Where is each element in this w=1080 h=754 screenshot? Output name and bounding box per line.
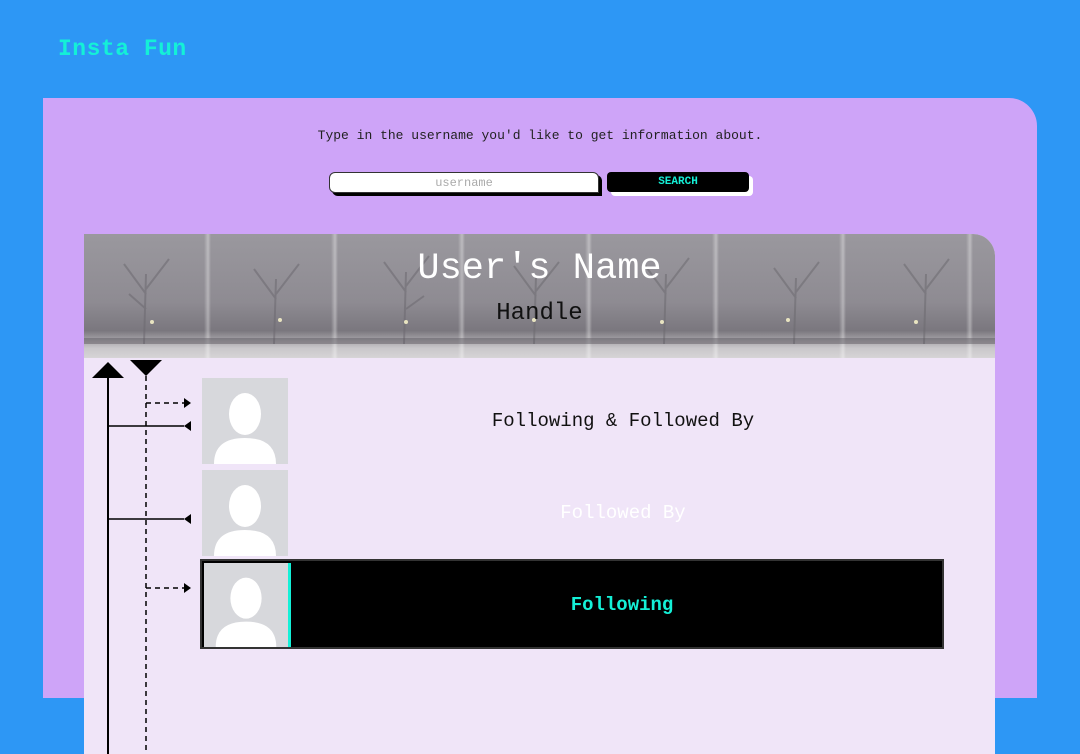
user-placeholder-icon xyxy=(202,470,288,556)
relations-list: Following & Followed By Followed By Foll… xyxy=(84,358,995,754)
search-panel: Type in the username you'd like to get i… xyxy=(43,98,1037,754)
relation-label: Followed By xyxy=(560,502,686,524)
search-instruction: Type in the username you'd like to get i… xyxy=(317,128,763,143)
relation-label: Following xyxy=(570,594,674,616)
search-button[interactable]: SEARCH xyxy=(607,172,749,192)
profile-card: User's Name Handle Following & Followed … xyxy=(84,234,995,754)
username-input[interactable] xyxy=(329,172,599,193)
app-title: Insta Fun xyxy=(58,36,187,62)
profile-banner: User's Name Handle xyxy=(84,234,995,358)
user-handle: Handle xyxy=(496,300,583,327)
relation-arrows xyxy=(92,360,191,754)
user-placeholder-icon xyxy=(204,563,291,647)
relation-row-following[interactable]: Following xyxy=(200,559,944,649)
user-name: User's Name xyxy=(417,248,662,290)
relation-row-follower[interactable]: Followed By xyxy=(202,470,944,556)
relation-row-mutual[interactable]: Following & Followed By xyxy=(202,378,944,464)
arrow-down-icon xyxy=(130,360,162,376)
arrow-up-icon xyxy=(92,362,124,378)
user-placeholder-icon xyxy=(202,378,288,464)
relation-label: Following & Followed By xyxy=(491,410,755,432)
